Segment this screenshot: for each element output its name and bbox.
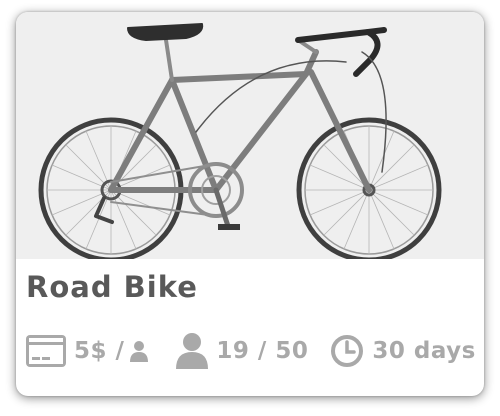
participants-text: 19 / 50	[216, 338, 309, 364]
price-stat: 5$ /	[26, 335, 149, 367]
product-card[interactable]: Road Bike 5$ / 19 / 50 30 days	[16, 12, 484, 396]
participants-stat: 19 / 50	[176, 333, 308, 369]
card-stats: 5$ / 19 / 50 30 days	[26, 332, 476, 370]
bike-image	[16, 12, 484, 259]
credit-card-icon	[26, 335, 66, 367]
card-title: Road Bike	[26, 270, 198, 304]
person-icon	[176, 333, 209, 369]
duration-text: 30 days	[372, 338, 476, 364]
price-text: 5$ /	[74, 338, 125, 364]
person-icon	[130, 340, 149, 362]
clock-icon	[330, 334, 364, 368]
duration-stat: 30 days	[330, 334, 475, 368]
